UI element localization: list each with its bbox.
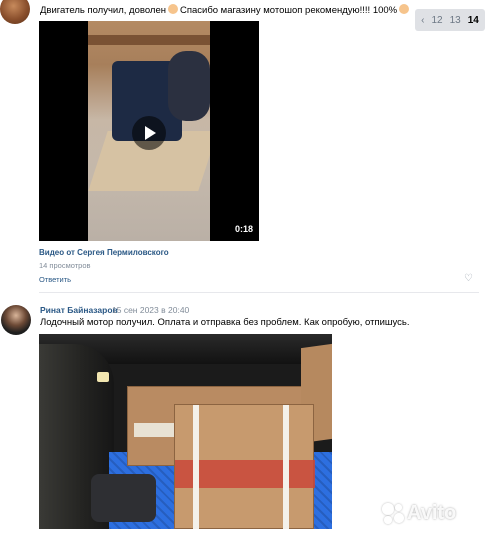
avatar[interactable] xyxy=(0,0,30,24)
photo-box-strap xyxy=(193,405,199,529)
video-player[interactable]: 0:18 xyxy=(39,21,259,241)
pagination: ‹ 12 13 14 xyxy=(415,9,485,31)
avito-logo-icon xyxy=(382,502,404,525)
video-views: 14 просмотров xyxy=(39,261,91,270)
comment-text-part: Спасибо магазину мотошоп рекомендую!!!! … xyxy=(179,5,398,16)
page-link-current[interactable]: 14 xyxy=(468,15,479,26)
video-thumbnail-shelf xyxy=(88,35,210,45)
comment-text-part: Двигатель получил, доволен xyxy=(40,5,166,16)
avito-watermark-text: Avito xyxy=(407,502,457,524)
avito-watermark: Avito xyxy=(382,502,456,525)
chevron-left-icon[interactable]: ‹ xyxy=(421,15,424,26)
photo-trunk-light xyxy=(97,372,109,382)
page-link[interactable]: 12 xyxy=(431,15,442,26)
comment-author[interactable]: Ринат Байназаров xyxy=(40,305,118,315)
photo-box-strap xyxy=(283,405,289,529)
emoji-icon xyxy=(167,4,178,14)
video-title[interactable]: Видео от Сергея Пермиловского xyxy=(39,248,169,257)
photo-bag xyxy=(91,474,156,522)
photo-box-front xyxy=(174,404,315,529)
comment-text: Лодочный мотор получил. Оплата и отправк… xyxy=(40,317,410,328)
reply-link[interactable]: Ответить xyxy=(39,275,71,284)
attached-photo[interactable] xyxy=(39,334,332,529)
photo-box-label xyxy=(134,423,174,437)
video-duration: 0:18 xyxy=(234,224,253,234)
comment-date[interactable]: 15 сен 2023 в 20:40 xyxy=(112,305,189,315)
comment-text: Двигатель получил, доволен Спасибо магази… xyxy=(40,4,411,16)
avatar[interactable] xyxy=(1,305,31,335)
emoji-icon xyxy=(399,4,410,14)
page-link[interactable]: 13 xyxy=(450,15,461,26)
divider xyxy=(39,292,479,293)
play-icon[interactable] xyxy=(132,116,166,150)
video-thumbnail-engine-part xyxy=(168,51,210,121)
heart-icon[interactable]: ♡ xyxy=(464,273,473,284)
